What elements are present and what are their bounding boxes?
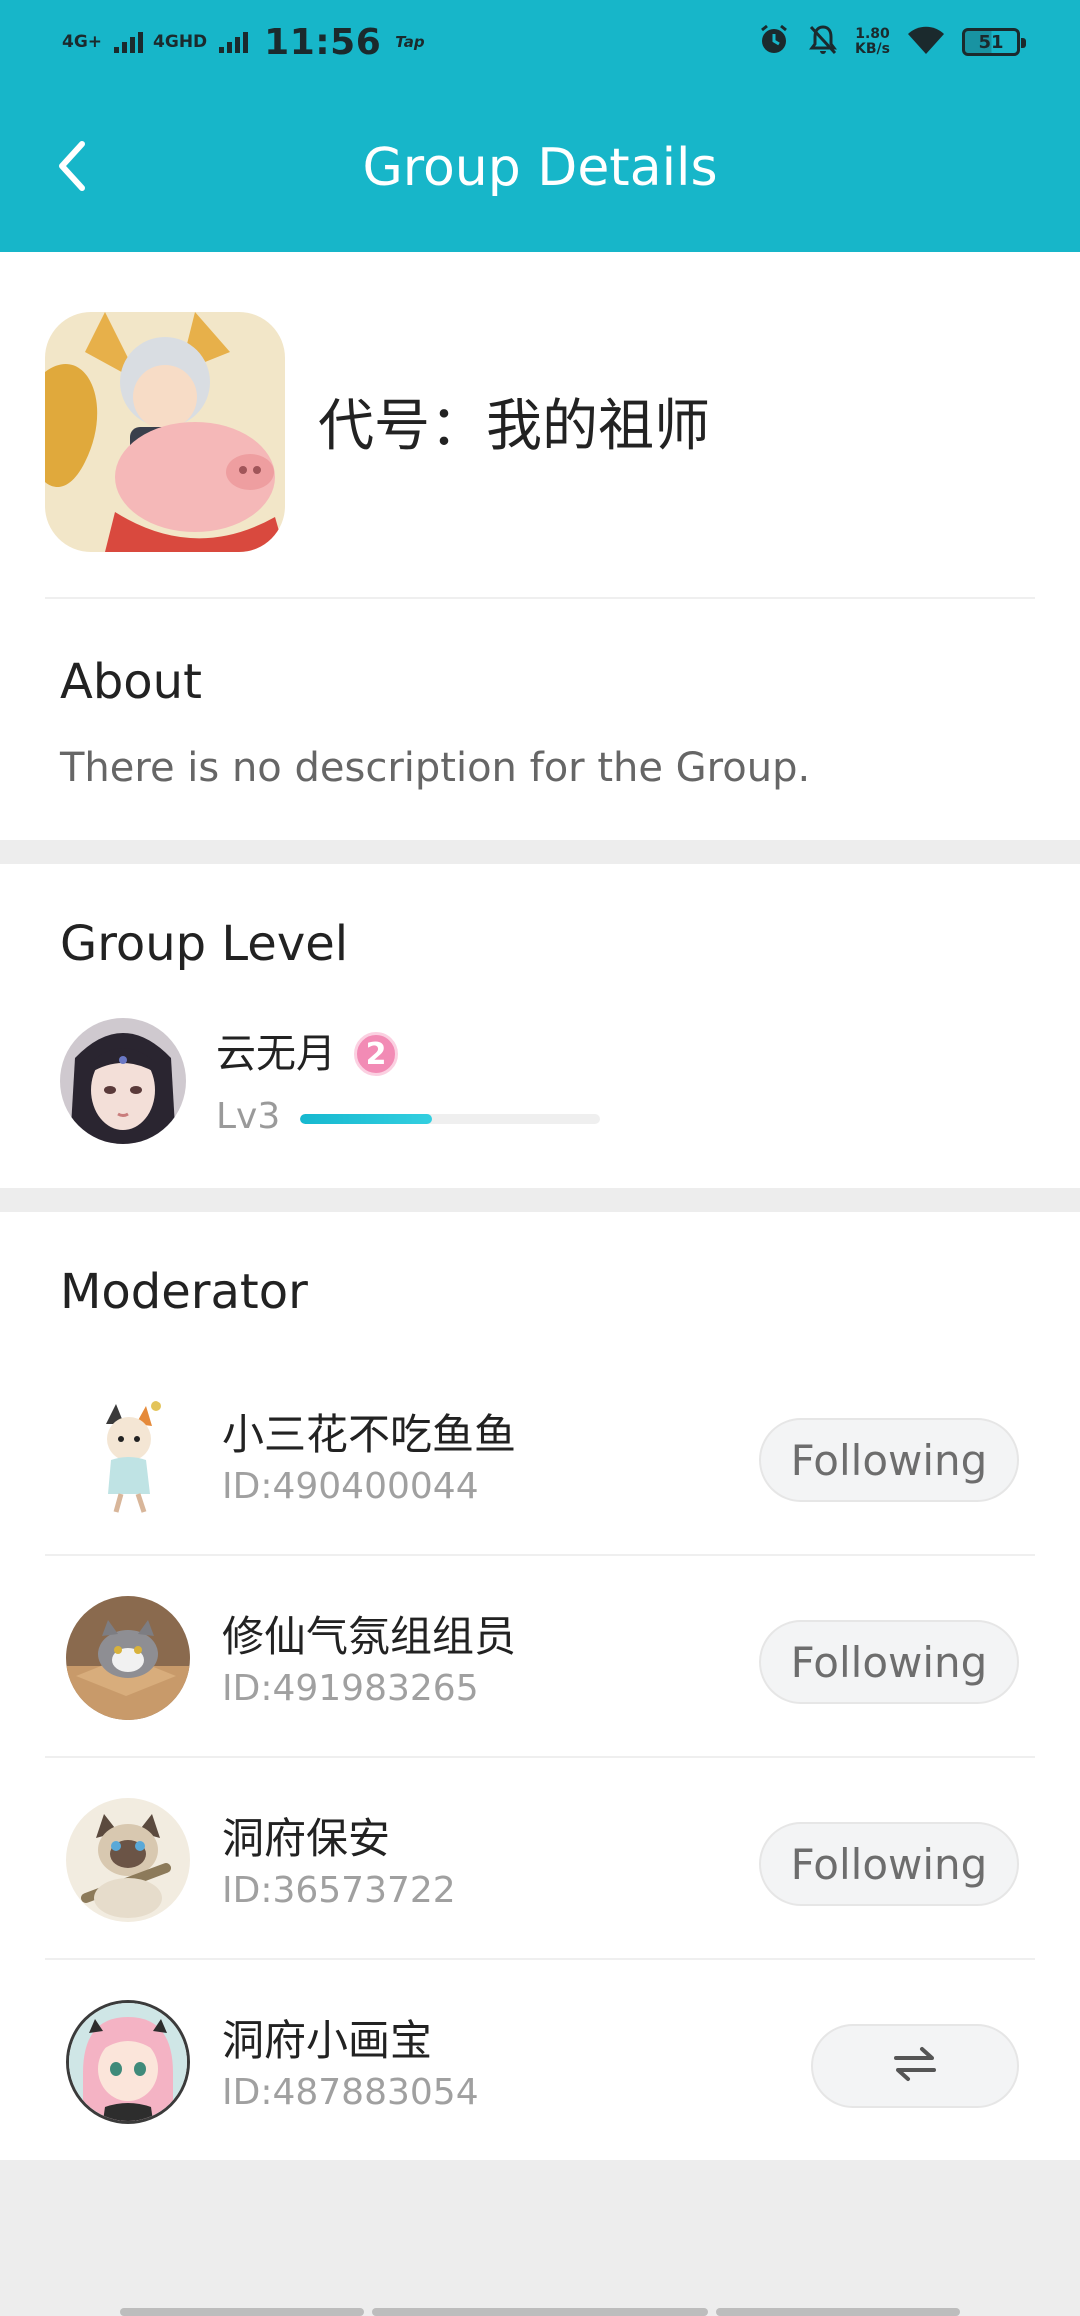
nav-gesture-bar — [120, 2308, 364, 2316]
avatar[interactable] — [66, 1596, 190, 1720]
status-time: 11:56 — [264, 21, 382, 63]
following-button[interactable]: Following — [759, 1822, 1019, 1906]
moderator-id: ID:491983265 — [222, 1668, 479, 1709]
avatar[interactable] — [66, 2000, 190, 2124]
group-level-title: Group Level — [60, 916, 349, 972]
moderator-id: ID:490400044 — [222, 1466, 479, 1507]
following-button[interactable]: Following — [759, 1418, 1019, 1502]
group-level-card: Group Level 云无月 2 Lv3 — [0, 864, 1080, 1188]
list-item[interactable]: 洞府保安 ID:36573722 Following — [0, 1758, 1080, 1960]
group-app-icon[interactable] — [45, 312, 285, 552]
status-bar: 4G+ 4GHD 11:56 Tap 1.80 KB/s 51 — [0, 0, 1080, 84]
level-label: Lv3 — [216, 1096, 281, 1137]
signal-icon — [114, 31, 144, 53]
about-title: About — [60, 654, 202, 710]
moderator-name: 洞府小画宝 — [222, 2016, 433, 2065]
battery-icon: 51 — [962, 28, 1026, 56]
moderator-title: Moderator — [60, 1264, 308, 1320]
about-description: There is no description for the Group. — [60, 745, 811, 791]
tap-app-indicator: Tap — [395, 33, 425, 51]
group-info-card: 代号：我的祖师 About There is no description fo… — [0, 252, 1080, 840]
signal-icon — [219, 31, 249, 53]
title-bar: Group Details — [0, 112, 1080, 224]
moderator-name: 小三花不吃鱼鱼 — [222, 1410, 517, 1459]
moderator-id: ID:487883054 — [222, 2072, 479, 2113]
header: 4G+ 4GHD 11:56 Tap 1.80 KB/s 51 Group De… — [0, 0, 1080, 252]
network-indicator-1: 4G+ — [62, 31, 103, 52]
level-progress-bar — [300, 1114, 600, 1124]
moderator-name: 修仙气氛组组员 — [222, 1612, 517, 1661]
avatar[interactable] — [60, 1018, 186, 1144]
avatar[interactable] — [66, 1394, 190, 1518]
group-name: 代号：我的祖师 — [318, 394, 710, 459]
moderator-id: ID:36573722 — [222, 1870, 456, 1911]
avatar[interactable] — [66, 1798, 190, 1922]
level-user-name: 云无月 — [216, 1031, 336, 1077]
wifi-icon — [906, 24, 946, 60]
status-left: 4G+ 4GHD 11:56 Tap — [62, 18, 425, 66]
moderator-name: 洞府保安 — [222, 1814, 391, 1863]
speed-value: 1.80 — [855, 26, 890, 42]
speed-unit: KB/s — [855, 41, 890, 57]
bell-off-icon — [807, 23, 839, 61]
divider — [45, 597, 1035, 599]
moderator-card: Moderator 小三花不吃鱼鱼 ID:490400044 Following — [0, 1212, 1080, 2160]
list-item[interactable]: 小三花不吃鱼鱼 ID:490400044 Following — [0, 1354, 1080, 1556]
nav-gesture-bar — [372, 2308, 708, 2316]
swap-arrows-icon — [892, 2044, 938, 2088]
page-title: Group Details — [362, 138, 718, 198]
nav-gesture-bar — [716, 2308, 960, 2316]
level-progress-fill — [300, 1114, 432, 1124]
list-item[interactable]: 修仙气氛组组员 ID:491983265 Following — [0, 1556, 1080, 1758]
swap-button[interactable] — [811, 2024, 1019, 2108]
following-button[interactable]: Following — [759, 1620, 1019, 1704]
list-item[interactable]: 洞府小画宝 ID:487883054 — [0, 1960, 1080, 2162]
network-indicator-2: 4GHD — [153, 31, 208, 52]
network-speed: 1.80 KB/s — [855, 27, 890, 57]
alarm-icon — [757, 23, 791, 61]
level-badge: 2 — [354, 1032, 398, 1076]
status-right: 1.80 KB/s 51 — [757, 20, 1026, 64]
